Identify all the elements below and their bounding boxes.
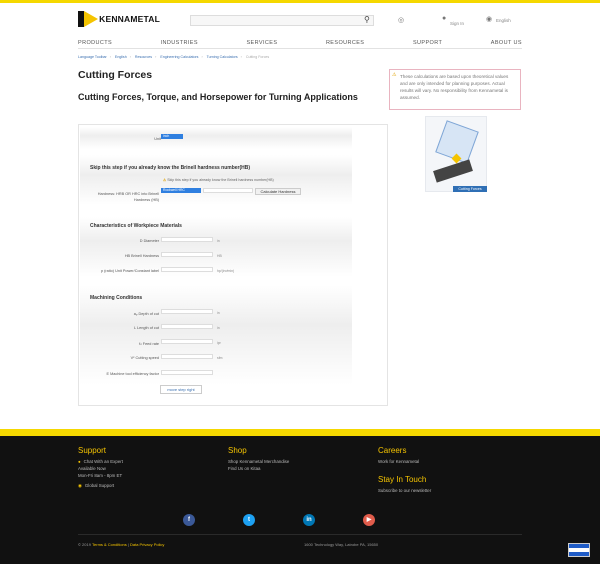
footer-address: 1600 Technology Way, Latrobe PA, 15650 <box>304 542 379 547</box>
country-flag-icon[interactable] <box>568 543 590 557</box>
calculate-hardness-button[interactable]: Calculate Hardness <box>255 188 301 195</box>
efficiency-label: E Machine tool efficiency factor <box>106 372 159 376</box>
hb-label: HB Brinell Hardness <box>124 254 159 258</box>
hb-input[interactable] <box>161 252 213 257</box>
careers-heading: Careers <box>378 446 407 455</box>
breadcrumb-current: Cutting Forces <box>245 55 270 59</box>
unit-band <box>80 127 352 149</box>
skip-step-heading: Skip this step if you already know the B… <box>90 165 251 171</box>
speed-unit: sfm <box>217 356 223 360</box>
breadcrumb-item[interactable]: Resources <box>135 55 152 59</box>
length-input[interactable] <box>161 324 213 329</box>
page-subtitle: Cutting Forces, Torque, and Horsepower f… <box>78 92 358 102</box>
diameter-label: D Diameter <box>139 239 159 243</box>
copyright-text: © 2019 <box>78 542 91 547</box>
unit-power-input[interactable] <box>161 267 213 272</box>
breadcrumb-item[interactable]: Language Toolbar <box>78 55 107 59</box>
site-footer: Support ● Chat With an Expert Available N… <box>0 436 600 564</box>
user-icon[interactable]: ● <box>442 15 446 22</box>
chat-link[interactable]: ● Chat With an Expert <box>78 458 123 465</box>
calculator-form: Unit inch Skip this step if you already … <box>78 124 388 406</box>
globe-icon: ◉ <box>78 483 82 488</box>
linkedin-icon[interactable]: in <box>303 514 315 526</box>
footer-accent-bar <box>0 429 600 436</box>
shop-heading: Shop <box>228 446 247 455</box>
machining-heading: Machining Conditions <box>90 295 143 301</box>
chat-icon: ● <box>78 459 81 464</box>
breadcrumb-item[interactable]: English <box>115 55 127 59</box>
feed-unit: ipr <box>217 341 221 345</box>
unit-select[interactable]: inch <box>161 134 183 139</box>
language-link[interactable]: English <box>496 18 511 23</box>
twitter-icon[interactable]: t <box>243 514 255 526</box>
logo-text: KENNAMETAL <box>99 14 160 24</box>
global-support-label: Global Support <box>84 483 115 488</box>
hours-text: Mon-Fri 8am - 8pm ET <box>78 473 123 478</box>
support-heading: Support <box>78 446 107 455</box>
speed-input[interactable] <box>161 354 213 359</box>
disclaimer-notice: ⚠ These calculations are based upon theo… <box>389 69 521 110</box>
length-label: L Length of cut <box>134 326 159 330</box>
page-title: Cutting Forces <box>78 69 153 81</box>
length-unit: in <box>217 326 220 330</box>
hardness-value-input[interactable] <box>203 188 253 193</box>
site-header: KENNAMETAL ⚲ ◎ ● Sign In ◉ English PRODU… <box>0 3 600 49</box>
diameter-unit: in <box>217 239 220 243</box>
search-input[interactable] <box>190 15 374 26</box>
header-divider <box>78 48 522 49</box>
privacy-link[interactable]: Data Privacy Policy <box>130 542 164 547</box>
depth-unit: in <box>217 311 220 315</box>
search-icon[interactable]: ⚲ <box>364 16 372 24</box>
hb-unit: HB <box>217 254 222 258</box>
footer-divider <box>78 534 522 535</box>
unit-power-label: p (ratio) Unit Power/Constant label <box>100 269 159 273</box>
breadcrumb-item[interactable]: Engineering Calculators <box>160 55 198 59</box>
shop-merch-link[interactable]: Shop Kennametal Merchandise <box>228 458 289 465</box>
breadcrumb-item[interactable]: Turning Calculators <box>207 55 238 59</box>
efficiency-input[interactable] <box>161 370 213 375</box>
footer-legal: © 2019 Terms & Conditions | Data Privacy… <box>78 542 165 547</box>
footer-careers-column: Careers Work for Kennametal Stay In Touc… <box>378 446 431 494</box>
facebook-icon[interactable]: f <box>183 514 195 526</box>
skip-warning: ⚠ Skip this step if you already know the… <box>163 178 274 182</box>
speed-label: Vᶜ Cutting speed <box>130 356 159 360</box>
logo-mark-icon <box>78 11 99 27</box>
depth-input[interactable] <box>161 309 213 314</box>
work-link[interactable]: Work for Kennametal <box>378 458 431 465</box>
hardness-select[interactable]: Rockwell HRC <box>161 188 201 193</box>
diameter-input[interactable] <box>161 237 213 242</box>
tool-shank-shape <box>433 159 473 183</box>
warning-icon: ⚠ <box>392 72 397 78</box>
chat-link-label: Chat With an Expert <box>83 459 123 464</box>
feed-label: fₙ Feed rate <box>139 342 159 346</box>
kennametal-logo[interactable]: KENNAMETAL <box>78 11 160 27</box>
stay-in-touch-heading: Stay In Touch <box>378 475 427 484</box>
available-text: Available Now <box>78 466 106 471</box>
sign-in-link[interactable]: Sign In <box>450 21 464 26</box>
find-us-link[interactable]: Find Us on Kitaa <box>228 465 289 472</box>
workpiece-heading: Characteristics of Workpiece Materials <box>90 223 182 229</box>
depth-label: aₚ Depth of cut <box>133 312 159 316</box>
cutting-forces-illustration[interactable] <box>425 116 487 192</box>
warning-icon: ⚠ <box>163 178 167 182</box>
global-support-link[interactable]: ◉ Global Support <box>78 482 123 489</box>
unit-power-unit: hp/(in³/min) <box>217 269 235 273</box>
subscribe-link[interactable]: Subscribe to our newsletter <box>378 487 431 494</box>
notice-text: These calculations are based upon theore… <box>400 74 509 100</box>
illustration-caption[interactable]: Cutting Forces <box>453 186 487 192</box>
feed-input[interactable] <box>161 339 213 344</box>
hardness-label: Hardness: HRB OR HRC into Brinell Hardne… <box>97 192 159 202</box>
unit-label: Unit <box>154 137 161 141</box>
next-step-button[interactable]: move step right <box>160 385 202 394</box>
footer-shop-column: Shop Shop Kennametal Merchandise Find Us… <box>228 446 289 472</box>
youtube-icon[interactable]: ▶ <box>363 514 375 526</box>
footer-support-column: Support ● Chat With an Expert Available N… <box>78 446 123 489</box>
breadcrumb: Language Toolbar › English › Resources › En… <box>78 55 270 59</box>
globe-icon[interactable]: ◎ <box>398 16 404 24</box>
skip-warning-text: Skip this step if you already know the B… <box>167 178 274 182</box>
language-icon[interactable]: ◉ <box>486 15 492 23</box>
terms-link[interactable]: Terms & Conditions <box>92 542 127 547</box>
